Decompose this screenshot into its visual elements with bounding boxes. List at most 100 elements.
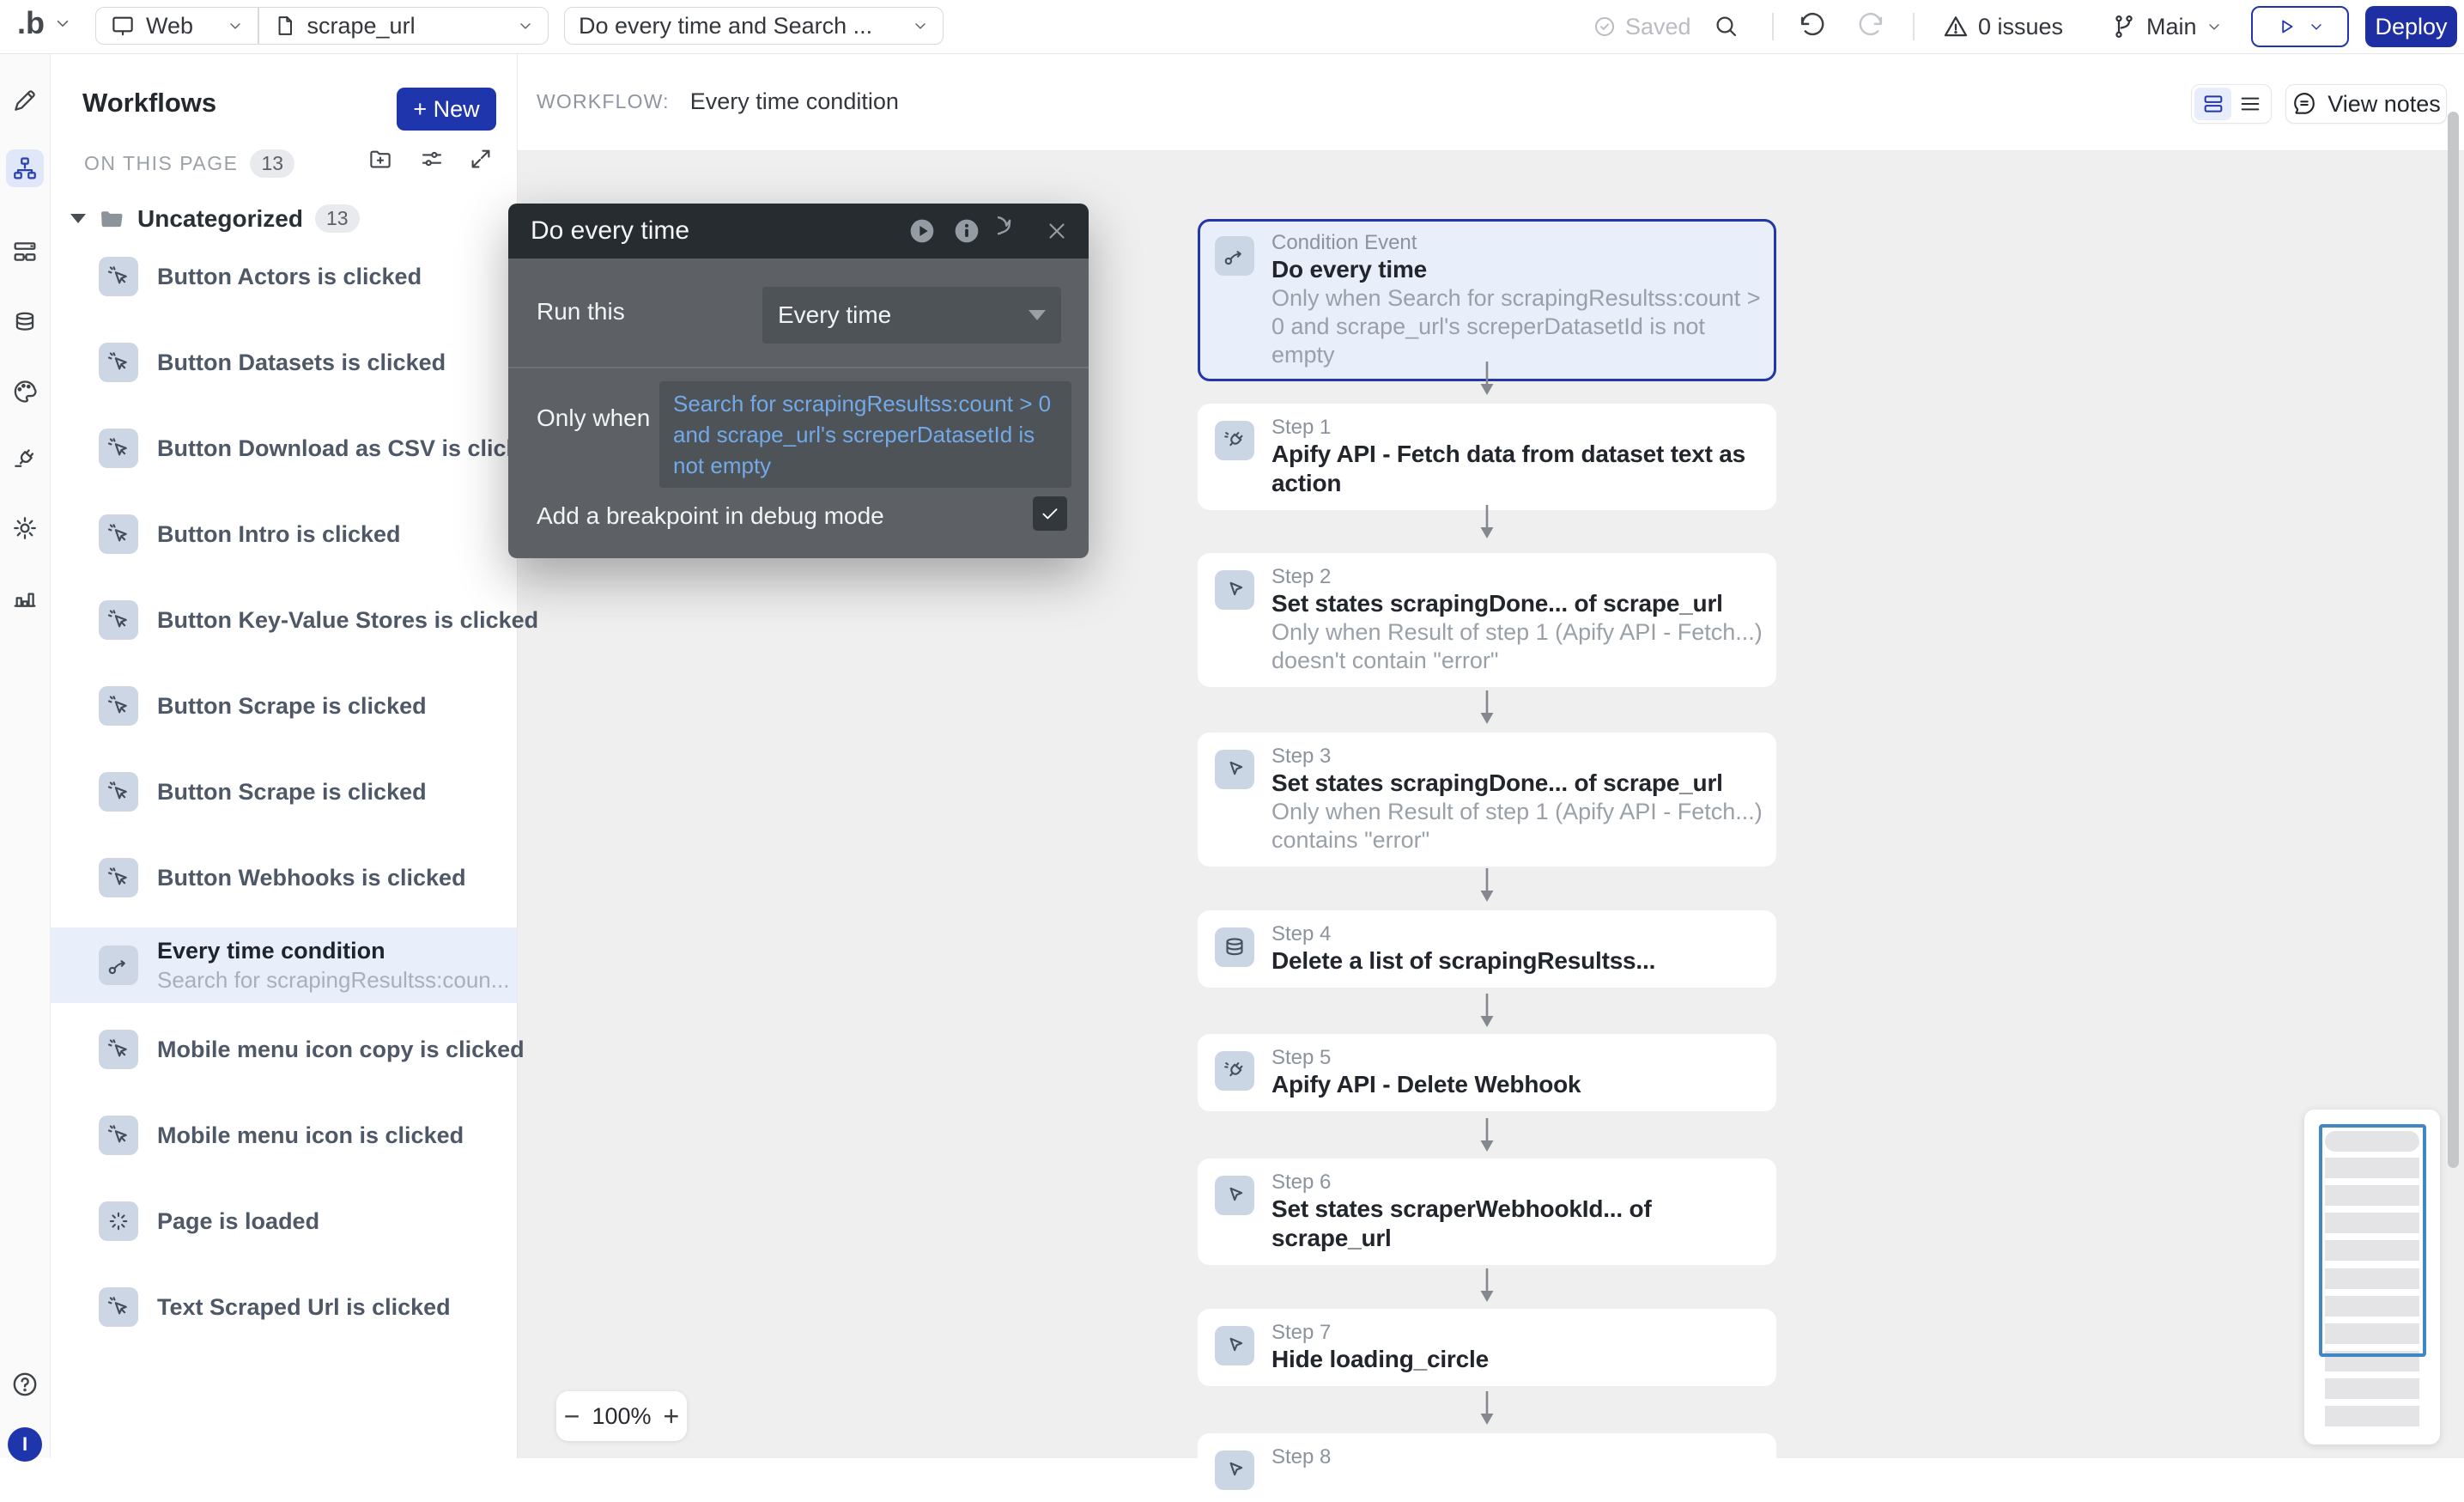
cursor-click-icon [106, 1122, 131, 1148]
preview-button[interactable] [2251, 6, 2349, 47]
plugins-plug-icon [11, 445, 39, 472]
step-card[interactable]: Step 2 Set states scrapingDone... of scr… [1198, 553, 1776, 687]
undo-button[interactable] [1798, 0, 1827, 53]
filter-button[interactable] [419, 146, 445, 172]
search-button[interactable] [1713, 0, 1740, 53]
zoom-out-button[interactable]: − [564, 1402, 580, 1430]
breakpoint-checkbox[interactable] [1033, 496, 1067, 531]
workflow-list-item-selected[interactable]: Every time condition Search for scraping… [50, 927, 517, 1003]
step-card[interactable]: Step 7 Hide loading_circle [1198, 1309, 1776, 1386]
cards-view-button[interactable] [2194, 88, 2231, 120]
add-folder-button[interactable] [367, 146, 393, 172]
flow-arrow [1475, 503, 1499, 539]
step-card[interactable]: Step 6 Set states scraperWebhookId... of… [1198, 1158, 1776, 1265]
step-card[interactable]: Step 4 Delete a list of scrapingResultss… [1198, 910, 1776, 988]
run-this-dropdown[interactable]: Every time [762, 287, 1061, 344]
chevron-down-icon [227, 17, 244, 34]
issues-label: 0 issues [1978, 14, 2063, 40]
rail-item-logs[interactable] [6, 578, 44, 616]
cursor-click-icon [106, 435, 131, 461]
redo-button[interactable] [1856, 0, 1885, 53]
workflow-list-item[interactable]: Button Scrape is clicked [50, 749, 517, 835]
workflow-selector-dropdown[interactable]: Do every time and Search ... [564, 7, 944, 45]
branch-selector[interactable]: Main [2110, 0, 2223, 53]
workflow-list-item[interactable]: Button Scrape is clicked [50, 663, 517, 749]
monitor-icon [110, 13, 136, 39]
bubble-logo[interactable]: .b [17, 5, 72, 41]
cursor-icon [1222, 1183, 1247, 1208]
zoom-in-button[interactable]: + [664, 1402, 680, 1430]
workflow-list-item[interactable]: Page is loaded [50, 1178, 517, 1264]
folder-row-uncategorized[interactable]: Uncategorized 13 [70, 204, 360, 233]
check-circle-icon [1593, 15, 1617, 39]
close-icon[interactable] [1044, 218, 1070, 244]
rail-item-settings[interactable] [6, 509, 44, 547]
only-when-expression[interactable]: Search for scrapingResultss:count > 0 an… [659, 381, 1071, 488]
minimap-viewport[interactable] [2319, 1124, 2426, 1357]
breadcrumb: WORKFLOW: Every time condition [537, 53, 899, 150]
view-notes-button[interactable]: View notes [2285, 84, 2447, 124]
expand-panel-button[interactable] [468, 146, 494, 172]
rail-item-workflow[interactable] [6, 149, 44, 187]
chevron-down-icon [53, 14, 72, 33]
minimap[interactable] [2304, 1110, 2440, 1444]
platform-dropdown[interactable]: Web [96, 8, 258, 44]
account-avatar[interactable]: I [8, 1427, 42, 1462]
cursor-click-icon [106, 1294, 131, 1320]
rail-item-database[interactable] [6, 303, 44, 341]
database-icon [1222, 934, 1247, 960]
workflow-list-item[interactable]: Mobile menu icon is clicked [50, 1092, 517, 1178]
flow-arrow [1475, 1116, 1499, 1152]
deploy-button[interactable]: Deploy [2365, 6, 2457, 47]
workflow-list-item[interactable]: Button Datasets is clicked [50, 319, 517, 405]
run-this-value: Every time [778, 301, 891, 329]
workflow-list-item[interactable]: Button Intro is clicked [50, 491, 517, 577]
workflow-list-item[interactable]: Text Scraped Url is clicked [50, 1264, 517, 1350]
folder-icon [98, 205, 125, 233]
on-this-page-label: ON THIS PAGE [84, 152, 238, 175]
property-editor-dialog: Do every time Run this Every time Only w… [508, 204, 1089, 558]
issues-button[interactable]: 0 issues [1942, 0, 2063, 53]
expand-icon [468, 146, 494, 172]
run-play-icon[interactable] [908, 217, 936, 245]
new-workflow-button[interactable]: + New [397, 88, 496, 131]
workflow-list-item[interactable]: Button Actors is clicked [50, 234, 517, 319]
condition-icon [1222, 243, 1247, 269]
workflow-selector-label: Do every time and Search ... [579, 13, 872, 40]
step-card[interactable]: Step 3 Set states scrapingDone... of scr… [1198, 733, 1776, 867]
play-icon [2275, 15, 2297, 38]
step-card[interactable]: Step 8 [1198, 1433, 1776, 1502]
workflow-list-item[interactable]: Mobile menu icon copy is clicked [50, 1006, 517, 1092]
info-icon[interactable] [953, 217, 980, 245]
rail-item-data-tables[interactable] [6, 233, 44, 271]
rail-item-styles[interactable] [6, 373, 44, 410]
deploy-label: Deploy [2375, 14, 2447, 40]
flow-arrow [1475, 360, 1499, 396]
folder-name: Uncategorized [137, 205, 303, 233]
dialog-header[interactable]: Do every time [508, 204, 1089, 258]
step-card[interactable]: Step 5 Apify API - Delete Webhook [1198, 1034, 1776, 1111]
data-tables-icon [11, 238, 39, 265]
page-dropdown[interactable]: scrape_url [259, 8, 549, 44]
page-load-burst-icon [106, 1208, 131, 1234]
cursor-click-icon [106, 865, 131, 891]
workflow-list-item[interactable]: Button Webhooks is clicked [50, 835, 517, 921]
minimap-bar [2325, 1378, 2419, 1399]
rail-item-help[interactable] [6, 1365, 44, 1403]
chevron-down-icon [2206, 18, 2223, 35]
collapse-caret-icon[interactable] [70, 214, 86, 223]
list-view-button[interactable] [2231, 88, 2268, 120]
canvas-scrollbar-thumb[interactable] [2448, 112, 2459, 1168]
condition-event-card[interactable]: Condition Event Do every time Only when … [1198, 219, 1776, 381]
chevron-down-icon [2308, 18, 2325, 35]
workflow-list-item[interactable]: Button Key-Value Stores is clicked [50, 577, 517, 663]
warning-triangle-icon [1942, 13, 1969, 40]
comment-icon[interactable] [998, 216, 1027, 246]
rail-item-design[interactable] [6, 82, 44, 119]
top-bar: .b Web scrape_url Do every time and Sear… [0, 0, 2464, 54]
rail-item-plugins[interactable] [6, 440, 44, 477]
workflow-flow: Condition Event Do every time Only when … [1198, 219, 1776, 1458]
step-card[interactable]: Step 1 Apify API - Fetch data from datas… [1198, 404, 1776, 510]
folder-count: 13 [315, 204, 360, 233]
workflow-list-item[interactable]: Button Download as CSV is clicked [50, 405, 517, 491]
